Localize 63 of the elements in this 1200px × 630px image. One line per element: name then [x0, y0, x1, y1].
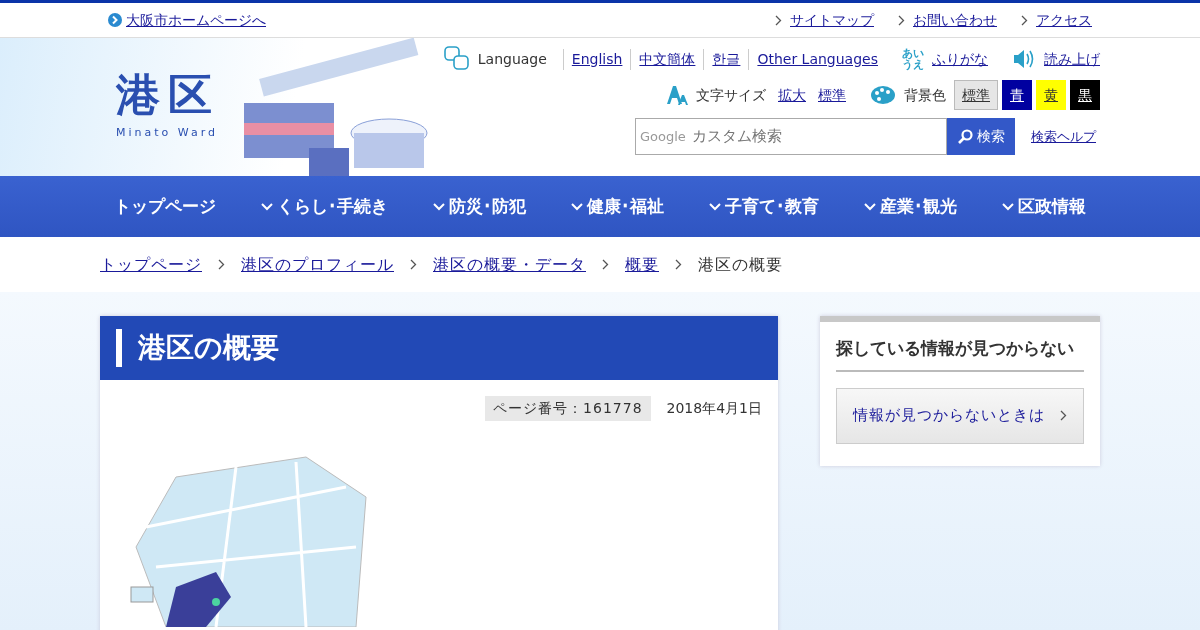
- text-size-link[interactable]: 標準: [818, 84, 846, 106]
- chevron-icon: [675, 259, 682, 270]
- chevron-icon: [410, 259, 417, 270]
- background-color-option[interactable]: 黒: [1070, 80, 1100, 110]
- help-button[interactable]: 情報が見つからないときは: [836, 387, 1084, 444]
- language-link[interactable]: 한글: [703, 48, 741, 70]
- top-link[interactable]: アクセス: [1036, 9, 1092, 31]
- nav-menu-item[interactable]: 健康･福祉: [565, 192, 670, 221]
- speech-bubbles-icon: [443, 46, 470, 72]
- logo-title: 港区: [116, 72, 221, 117]
- caret-icon: [709, 202, 721, 211]
- language-link[interactable]: 中文簡体: [630, 48, 696, 70]
- letters-icon: [666, 84, 688, 106]
- search-button[interactable]: 検索: [947, 118, 1015, 155]
- sidebar-title: 探している情報が見つからない: [836, 336, 1084, 372]
- page-number: ページ番号：161778: [485, 396, 651, 421]
- background-color-option[interactable]: 青: [1002, 80, 1032, 110]
- chevron-icon: [898, 14, 905, 26]
- top-link[interactable]: お問い合わせ: [913, 9, 997, 31]
- language-label: Language: [477, 49, 547, 69]
- caret-icon: [433, 202, 445, 211]
- breadcrumb-link[interactable]: 概要: [625, 252, 659, 277]
- chevron-icon: [1060, 410, 1067, 421]
- title-marker: [116, 329, 122, 367]
- caret-icon: [261, 202, 273, 211]
- breadcrumb-link[interactable]: 港区の概要・データ: [433, 252, 586, 277]
- home-link[interactable]: 大阪市ホームページへ: [126, 9, 266, 31]
- caret-icon: [864, 202, 876, 211]
- chevron-circle-icon: [108, 13, 122, 27]
- speaker-icon: [1012, 48, 1036, 70]
- language-link[interactable]: English: [562, 48, 623, 70]
- read-aloud-link[interactable]: 読み上げ: [1044, 48, 1100, 70]
- search-help-link[interactable]: 検索ヘルプ: [1031, 126, 1096, 147]
- google-label: Google: [640, 127, 686, 146]
- text-size-label: 文字サイズ: [696, 85, 766, 105]
- palette-icon: [870, 85, 896, 105]
- chevron-icon: [602, 259, 609, 270]
- nav-menu-item[interactable]: 区政情報: [996, 192, 1092, 221]
- nav-menu-item[interactable]: トップページ: [108, 192, 222, 221]
- chevron-icon: [1021, 14, 1028, 26]
- background-color-option[interactable]: 標準: [954, 80, 998, 110]
- chevron-icon: [775, 14, 782, 26]
- caret-icon: [571, 202, 583, 211]
- nav-menu-item[interactable]: 防災･防犯: [427, 192, 532, 221]
- text-size-link[interactable]: 拡大: [778, 84, 806, 106]
- caret-icon: [1002, 202, 1014, 211]
- furigana-icon: あい うえ: [902, 48, 924, 70]
- nav-menu-item[interactable]: くらし･手続き: [255, 192, 394, 221]
- nav-menu-item[interactable]: 子育て･教育: [703, 192, 825, 221]
- nav-menu-item[interactable]: 産業･観光: [858, 192, 963, 221]
- breadcrumb-current: 港区の概要: [698, 253, 783, 276]
- top-link[interactable]: サイトマップ: [790, 9, 874, 31]
- background-color-label: 背景色: [904, 85, 946, 105]
- chevron-icon: [218, 259, 225, 270]
- background-color-option[interactable]: 黄: [1036, 80, 1066, 110]
- language-link[interactable]: Other Languages: [748, 48, 878, 70]
- page-title: 港区の概要: [138, 331, 279, 365]
- furigana-link[interactable]: ふりがな: [932, 48, 988, 70]
- breadcrumb-link[interactable]: トップページ: [100, 252, 202, 277]
- page-date: 2018年4月1日: [666, 399, 762, 418]
- logo-subtitle: Minato Ward: [116, 124, 220, 141]
- breadcrumb-link[interactable]: 港区のプロフィール: [241, 252, 394, 277]
- search-icon: [957, 128, 973, 145]
